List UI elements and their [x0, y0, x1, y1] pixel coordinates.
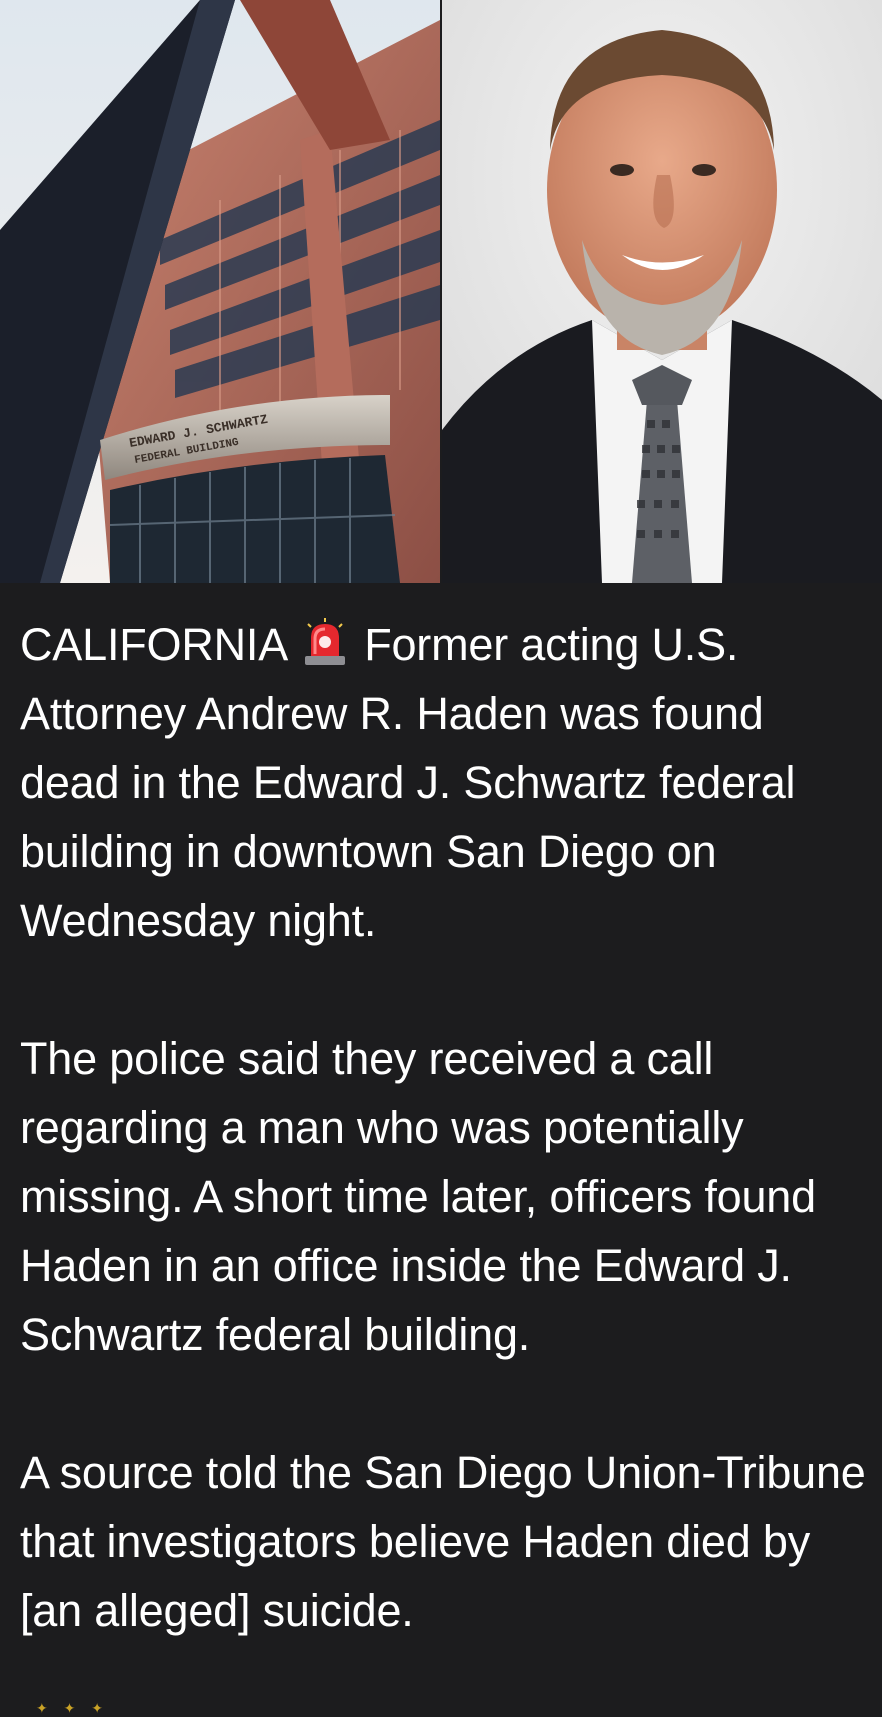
photo-collage: EDWARD J. SCHWARTZ FEDERAL BUILDING	[0, 0, 882, 583]
federal-building-image: EDWARD J. SCHWARTZ FEDERAL BUILDING	[0, 0, 440, 583]
portrait-photo[interactable]	[442, 0, 882, 583]
paragraph-3: A source told the San Diego Union-Tribun…	[20, 1447, 866, 1636]
portrait-image	[442, 0, 882, 583]
federal-building-photo[interactable]: EDWARD J. SCHWARTZ FEDERAL BUILDING	[0, 0, 440, 583]
location-prefix: CALIFORNIA	[20, 619, 286, 670]
sparkle-decoration: ✦ ✦ ✦	[36, 1700, 109, 1716]
paragraph-1: CALIFORNIA Former acting U.S. Attorney A…	[20, 610, 872, 955]
post-body: CALIFORNIA Former acting U.S. Attorney A…	[20, 610, 872, 1645]
police-siren-icon	[302, 616, 348, 665]
paragraph-2: The police said they received a call reg…	[20, 1033, 816, 1360]
